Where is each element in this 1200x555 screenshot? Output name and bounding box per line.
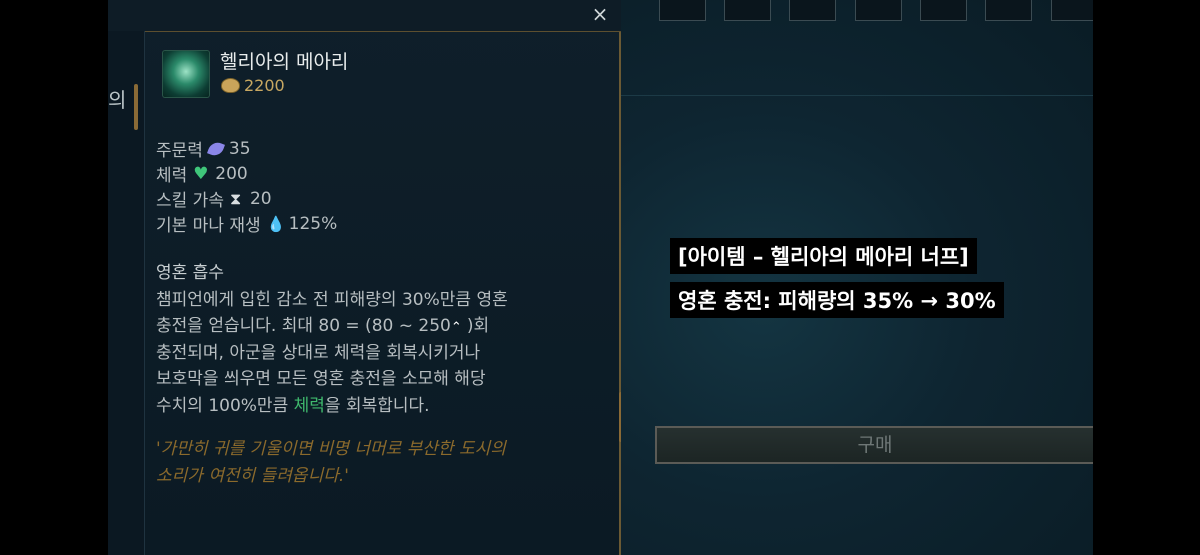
inventory-slot[interactable]: [920, 0, 967, 21]
stat-row: 체력 ♥ 200: [156, 161, 337, 187]
ability-haste-icon: ⧗: [229, 188, 242, 208]
sidebar-partial-label: 의: [108, 88, 127, 112]
passive-text-line: 수치의 100%만큼 체력을 회복합니다.: [156, 395, 430, 416]
item-tooltip-panel: × 의 헬리아의 메아리 2200 주문력 35 체력 ♥ 200 스킬 가속 …: [108, 0, 621, 555]
inventory-slot[interactable]: [1051, 0, 1093, 21]
caption-line-1: [아이템 – 헬리아의 메아리 너프]: [670, 238, 977, 274]
stat-row: 스킬 가속 ⧗ 20: [156, 186, 337, 212]
item-price: 2200: [244, 76, 285, 95]
health-icon: ♥: [193, 163, 209, 184]
stat-value: 35: [228, 138, 251, 159]
stat-value: 200: [215, 163, 248, 184]
flavor-text: '가만히 귀를 기울이면 비명 너머로 부산한 도시의 소리가 여전히 들려옵니…: [156, 436, 616, 490]
sidebar-scrollbar[interactable]: [134, 84, 138, 130]
inventory-slot[interactable]: [985, 0, 1032, 21]
stat-value: 20: [249, 188, 272, 209]
health-keyword: 체력: [293, 395, 325, 416]
stat-label: 기본 마나 재생: [156, 216, 261, 236]
stat-label: 주문력: [156, 141, 203, 161]
inventory-slot[interactable]: [789, 0, 836, 21]
caption-line-2: 영혼 충전: 피해량의 35% → 30%: [670, 282, 1004, 318]
flavor-line: '가만히 귀를 기울이면 비명 너머로 부산한 도시의: [156, 439, 506, 459]
item-name: 헬리아의 메아리: [220, 51, 349, 73]
helia-echo-item-icon: [162, 50, 210, 98]
shop-divider: [621, 95, 1093, 96]
game-screen: × 의 헬리아의 메아리 2200 주문력 35 체력 ♥ 200 스킬 가속 …: [108, 0, 1093, 555]
buy-button[interactable]: 구매: [655, 426, 1093, 464]
inventory-slot[interactable]: [724, 0, 771, 21]
stat-row: 주문력 35: [156, 136, 337, 162]
passive-text-line: 보호막을 씌우면 모든 영혼 충전을 소모해 해당: [156, 369, 486, 389]
item-stats: 주문력 35 체력 ♥ 200 스킬 가속 ⧗ 20 기본 마나 재생 💧 12…: [156, 136, 338, 237]
passive-text-line: 충전되며, 아군을 상대로 체력을 회복시키거나: [156, 342, 481, 363]
stat-label: 스킬 가속: [156, 191, 224, 211]
stat-value: 125%: [288, 213, 338, 234]
shop-panel: 구매: [621, 0, 1093, 555]
ability-power-icon: [206, 139, 225, 158]
inventory-slot[interactable]: [659, 0, 706, 21]
inventory-slot[interactable]: [855, 0, 902, 21]
passive-description: 영혼 흡수 챔피언에게 입힌 감소 전 피해량의 30%만큼 영혼 충전을 얻습…: [156, 260, 616, 419]
close-button[interactable]: ×: [589, 3, 611, 25]
stat-row: 기본 마나 재생 💧 125%: [156, 211, 338, 237]
gold-icon: [221, 78, 240, 93]
mana-regen-icon: 💧: [266, 214, 286, 233]
flavor-line: 소리가 여전히 들려옵니다.': [156, 466, 349, 486]
passive-text-line: 충전을 얻습니다. 최대 80 = (80 ~ 250⌃)회: [156, 316, 490, 336]
passive-title: 영혼 흡수: [156, 263, 224, 283]
tooltip-header-bar: ×: [108, 0, 621, 32]
ability-haste-chevron-icon: ⌃: [450, 320, 462, 335]
stat-label: 체력: [156, 166, 188, 186]
passive-text-line: 챔피언에게 입힌 감소 전 피해량의 30%만큼 영혼: [156, 289, 508, 310]
